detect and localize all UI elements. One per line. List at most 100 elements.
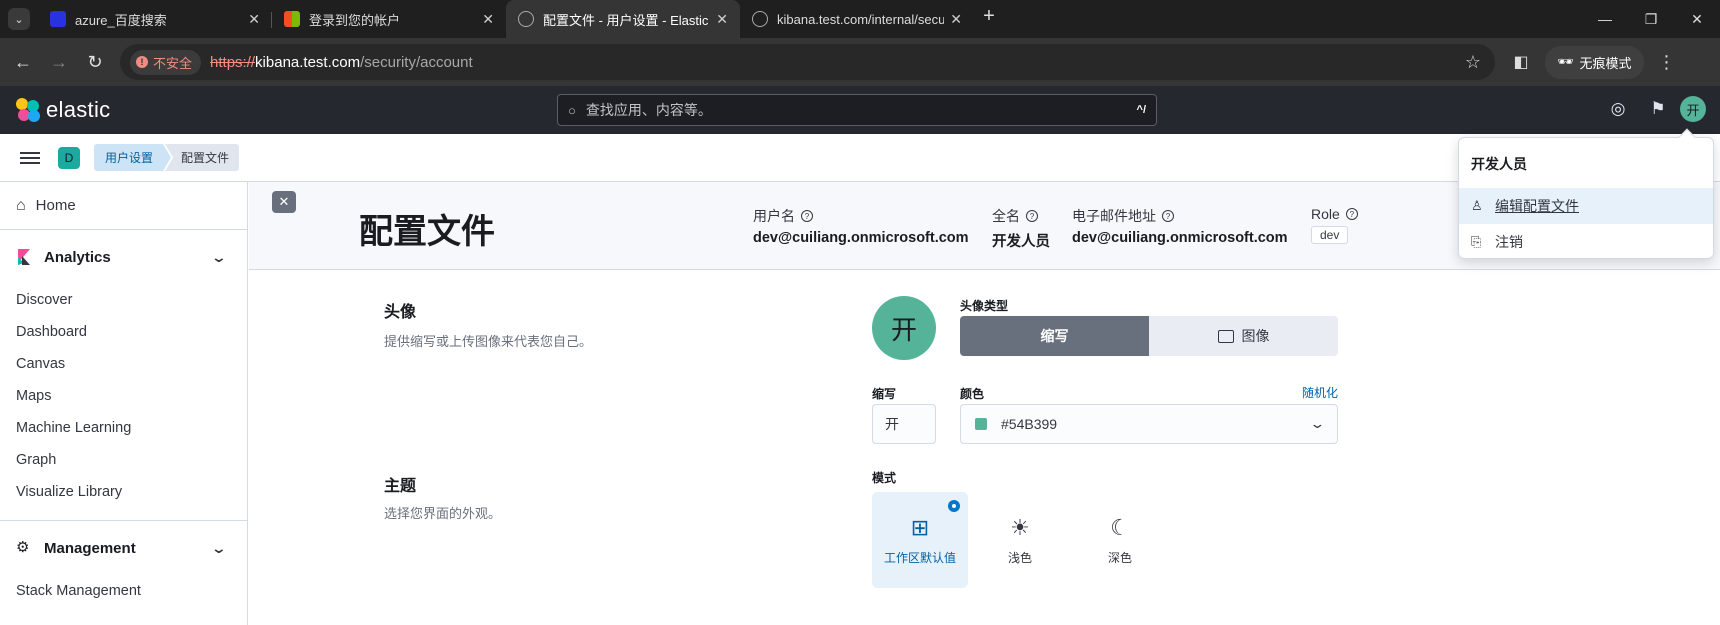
question-icon[interactable]: ? [1162, 210, 1174, 222]
avatar-type-image-label: 图像 [1241, 328, 1270, 344]
browser-tab-active[interactable]: 配置文件 - 用户设置 - Elastic ✕ [506, 0, 740, 38]
moon-icon: ☾ [1110, 514, 1130, 540]
nav-item-maps[interactable]: Maps [0, 380, 247, 412]
menu-toggle-icon[interactable] [20, 149, 40, 167]
browser-menu-icon[interactable]: ⋮ [1658, 52, 1676, 73]
user-avatar-button[interactable]: 开 [1680, 96, 1706, 122]
restore-icon[interactable]: ❐ [1628, 0, 1674, 38]
grid-icon: ⊞ [910, 514, 930, 540]
side-panel-icon[interactable]: ◧ [1507, 52, 1535, 72]
nav-group-management[interactable]: ⚙ Management ⌄ [0, 521, 247, 575]
breadcrumb: 用户设置 配置文件 [94, 144, 240, 171]
global-search-input[interactable]: ○ 查找应用、内容等。 ^/ [557, 94, 1157, 126]
elastic-cluster-icon [16, 98, 40, 122]
role-field: Role? dev [1311, 206, 1358, 244]
nav-home[interactable]: ⌂ Home [0, 182, 247, 230]
theme-section-description: 选择您界面的外观。 [384, 506, 502, 521]
search-placeholder: 查找应用、内容等。 [585, 102, 712, 118]
url-scheme: https:// [210, 53, 256, 71]
breadcrumb-user-settings[interactable]: 用户设置 [94, 144, 171, 171]
close-tab-icon[interactable]: ✕ [716, 11, 728, 28]
tab-search-button[interactable]: ⌄ [8, 8, 30, 30]
page-title: 配置文件 [359, 213, 495, 251]
fullname-label: 全名 [992, 208, 1020, 224]
initials-label: 缩写 [872, 387, 897, 401]
insecure-badge[interactable]: ! 不安全 [130, 49, 202, 75]
news-icon[interactable]: ⚑ [1638, 99, 1678, 119]
logout-menu-item[interactable]: ⎘ 注销 [1459, 224, 1713, 260]
initials-input[interactable]: 开 [872, 404, 936, 444]
tab-title: 配置文件 - 用户设置 - Elastic [543, 12, 709, 28]
nav-item-canvas[interactable]: Canvas [0, 348, 247, 380]
browser-tab[interactable]: azure_百度搜索 ✕ [38, 0, 272, 38]
avatar-type-image-button[interactable]: 图像 [1149, 316, 1338, 356]
breadcrumb-profile: 配置文件 [165, 144, 240, 171]
edit-profile-menu-item[interactable]: ♙ 编辑配置文件 [1459, 188, 1713, 224]
image-icon [1217, 329, 1234, 343]
chevron-down-icon: ⌄ [210, 539, 228, 556]
close-tab-icon[interactable]: ✕ [248, 11, 260, 28]
close-tab-icon[interactable]: ✕ [950, 11, 962, 28]
username-label: 用户名 [753, 208, 795, 224]
bookmark-star-icon[interactable]: ☆ [1465, 52, 1481, 73]
nav-item-dashboard[interactable]: Dashboard [0, 316, 247, 348]
incognito-icon: 🕶 [1557, 54, 1574, 69]
mode-label-text: 浅色 [1007, 550, 1032, 565]
reload-icon[interactable]: ↻ [82, 52, 108, 73]
avatar-type-initials-button[interactable]: 缩写 [960, 316, 1149, 356]
nav-group-analytics[interactable]: Analytics ⌄ [0, 230, 247, 284]
color-picker[interactable]: #54B399 ⌄ [960, 404, 1338, 444]
browser-tab-bar: ⌄ azure_百度搜索 ✕ 登录到您的帐户 ✕ 配置文件 - 用户设置 - E… [0, 0, 1720, 38]
help-icon[interactable]: ◎ [1598, 99, 1638, 119]
tab-title: kibana.test.com/internal/secu [777, 11, 945, 27]
nav-group-label: Management [44, 539, 136, 557]
mode-workspace-default[interactable]: ⊞ 工作区默认值 [872, 492, 968, 588]
chevron-down-icon: ⌄ [210, 248, 228, 265]
avatar-type-toggle: 缩写 图像 [960, 316, 1338, 356]
omnibox[interactable]: ! 不安全 https://kibana.test.com/security/a… [120, 44, 1495, 80]
logo-text: elastic [46, 97, 111, 122]
incognito-label: 无痕模式 [1579, 55, 1632, 71]
space-selector[interactable]: D [58, 146, 80, 169]
forward-icon[interactable]: → [46, 52, 72, 73]
sun-icon: ☀ [1010, 514, 1030, 540]
baidu-favicon-icon [50, 11, 66, 27]
nav-item-machine-learning[interactable]: Machine Learning [0, 412, 247, 444]
mode-label-text: 深色 [1107, 550, 1132, 565]
email-value: dev@cuiliang.onmicrosoft.com [1072, 230, 1288, 246]
browser-tab[interactable]: 登录到您的帐户 ✕ [272, 0, 506, 38]
elastic-logo[interactable]: elastic [16, 97, 110, 123]
browser-tab[interactable]: kibana.test.com/internal/secu ✕ [740, 0, 974, 38]
user-icon: ♙ [1471, 198, 1483, 213]
chevron-down-icon: ⌄ [1309, 416, 1326, 431]
close-window-icon[interactable]: ✕ [1674, 0, 1720, 38]
back-icon[interactable]: ← [10, 52, 36, 73]
mode-light[interactable]: ☀ 浅色 [972, 492, 1068, 588]
mode-dark[interactable]: ☾ 深色 [1072, 492, 1168, 588]
collapse-nav-button[interactable]: ✕ [272, 191, 296, 213]
nav-item-graph[interactable]: Graph [0, 444, 247, 476]
new-tab-button[interactable]: + [974, 5, 1004, 28]
theme-section-title: 主题 [384, 478, 417, 495]
avatar-type-label: 头像类型 [960, 299, 1009, 313]
mode-label: 模式 [872, 471, 897, 485]
url-text[interactable]: https://kibana.test.com/security/account [210, 54, 473, 71]
nav-item-visualize-library[interactable]: Visualize Library [0, 476, 247, 508]
question-icon[interactable]: ? [1026, 210, 1038, 222]
close-tab-icon[interactable]: ✕ [482, 11, 494, 28]
url-host: kibana.test.com [255, 53, 361, 71]
nav-item-discover[interactable]: Discover [0, 284, 247, 316]
tab-title: 登录到您的帐户 [309, 12, 401, 28]
color-swatch [975, 418, 987, 430]
globe-favicon-icon [752, 11, 768, 27]
question-icon[interactable]: ? [801, 210, 813, 222]
role-label: Role [1311, 206, 1340, 222]
home-icon: ⌂ [16, 196, 26, 214]
kibana-header: elastic ○ 查找应用、内容等。 ^/ ◎ ⚑ 开 [0, 86, 1720, 134]
warning-icon: ! [136, 56, 148, 68]
incognito-badge[interactable]: 🕶 无痕模式 [1545, 45, 1644, 79]
randomize-link[interactable]: 随机化 [1302, 384, 1338, 401]
minimize-icon[interactable]: — [1582, 0, 1628, 38]
nav-item-stack-management[interactable]: Stack Management [0, 575, 247, 607]
question-icon[interactable]: ? [1345, 208, 1358, 220]
